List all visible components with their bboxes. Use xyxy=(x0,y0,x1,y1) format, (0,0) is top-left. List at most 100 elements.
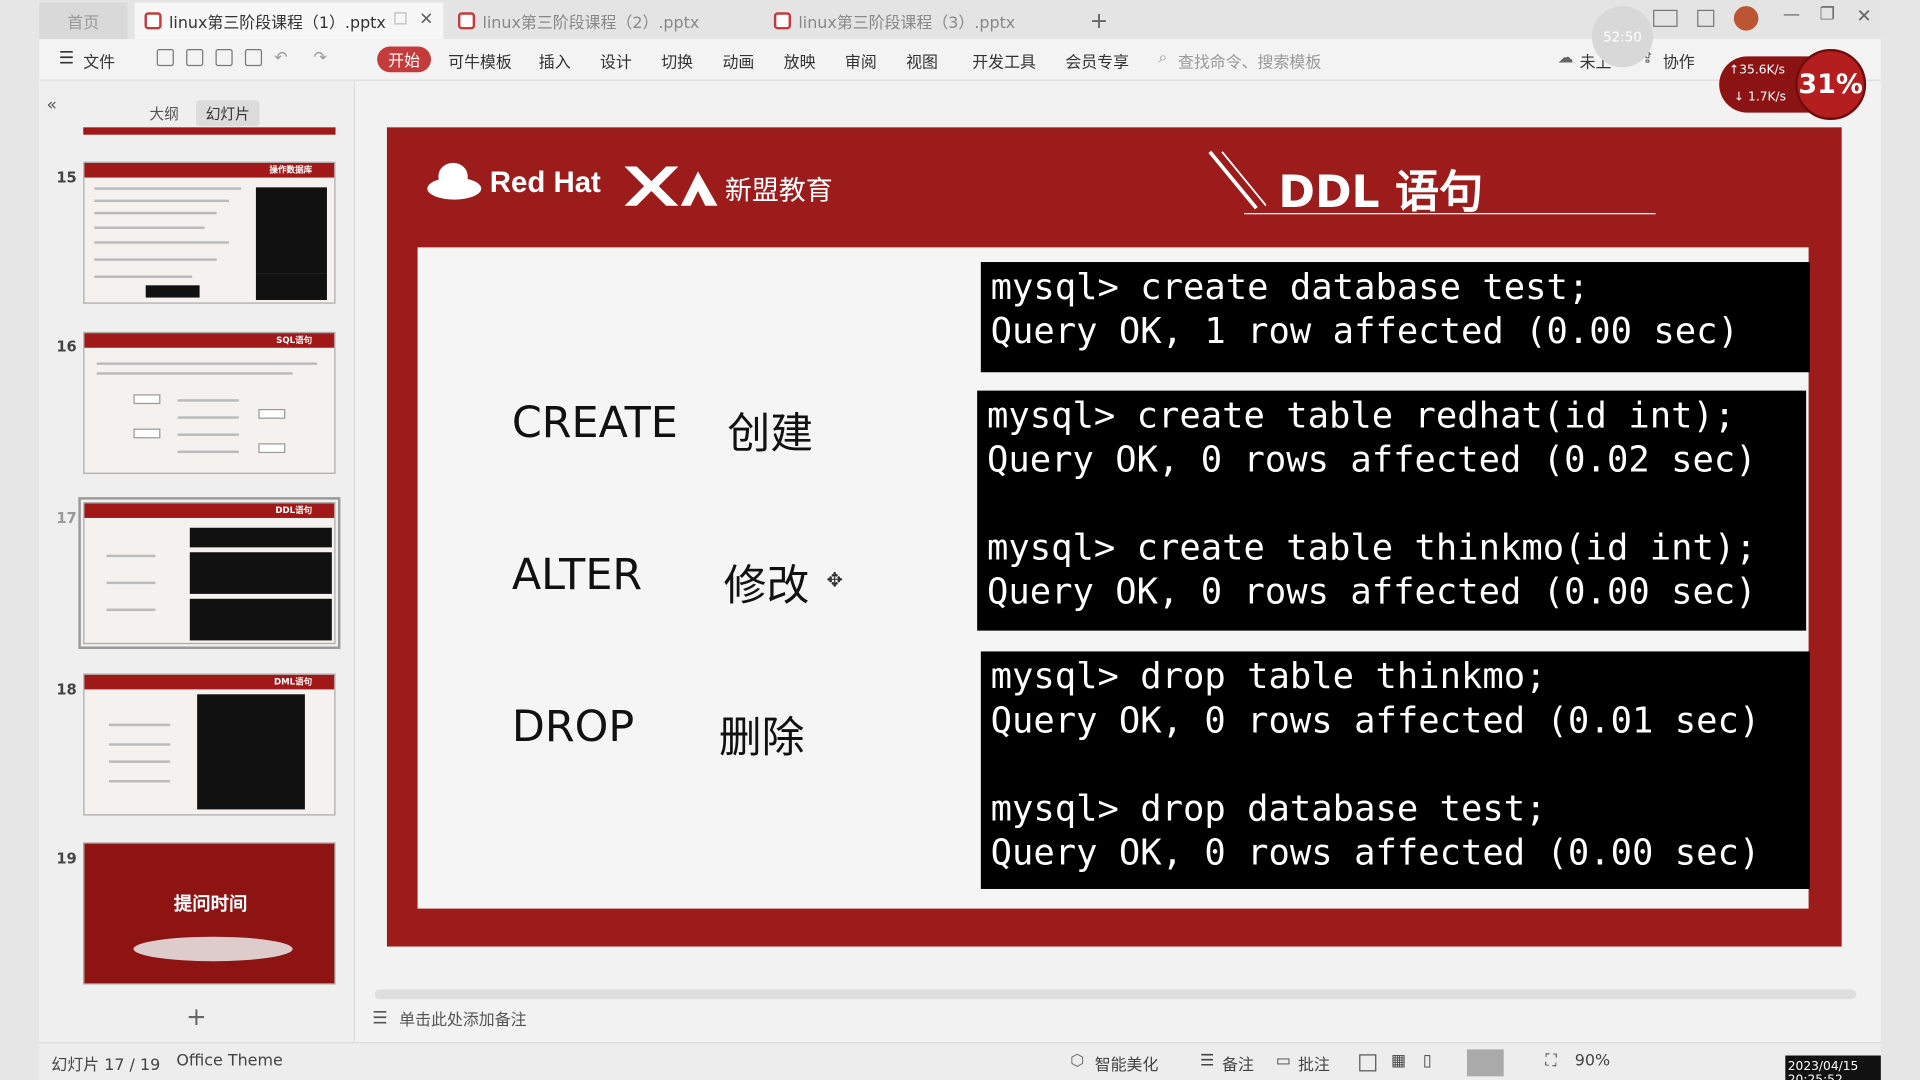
thumbnail-title: DDL语句 xyxy=(275,505,313,516)
pptx-icon xyxy=(457,12,476,30)
close-tab-icon[interactable]: ✕ xyxy=(419,10,433,30)
thumbnail-14-edge[interactable] xyxy=(83,127,336,135)
export-icon[interactable] xyxy=(186,48,204,67)
minimize-icon[interactable]: — xyxy=(1783,5,1800,25)
keyword-create: CREATE xyxy=(511,399,678,449)
slide-number: 17 xyxy=(56,509,77,527)
collab-button[interactable]: 协作 xyxy=(1663,49,1695,72)
tab-document-2-label: linux第三阶段课程（2）.pptx xyxy=(482,14,700,33)
save-icon[interactable] xyxy=(156,48,174,67)
slide-counter: 幻灯片 17 / 19 xyxy=(51,1056,161,1076)
menu-insert[interactable]: 插入 xyxy=(539,49,571,72)
net-upload: ↑35.6K/s xyxy=(1728,63,1786,78)
partner-logo xyxy=(622,159,720,213)
slide-number: 15 xyxy=(56,168,77,187)
slide-thumbnail-18[interactable]: DML语句 xyxy=(83,673,336,816)
stage-graphic xyxy=(133,936,293,962)
keyword-drop-cn: 删除 xyxy=(718,713,805,763)
keyword-alter: ALTER xyxy=(511,551,643,601)
preview-icon[interactable] xyxy=(244,48,263,67)
menu-template[interactable]: 可牛模板 xyxy=(448,49,512,72)
keyword-create-cn: 创建 xyxy=(727,410,814,460)
slide-thumbnail-15[interactable]: 操作数据库 xyxy=(83,161,336,304)
reading-view-icon[interactable]: ▯ xyxy=(1423,1052,1432,1070)
slide-number: 16 xyxy=(56,337,77,356)
redhat-brand: Red Hat xyxy=(489,166,601,200)
menu-member[interactable]: 会员专享 xyxy=(1065,49,1129,72)
notes-toggle-icon[interactable]: ☰ xyxy=(1200,1052,1214,1070)
tab-document-1[interactable]: linux第三阶段课程（1）.pptx ✕ xyxy=(134,2,444,40)
slide-thumbnail-19[interactable]: 提问时间 xyxy=(83,842,336,985)
tab-document-3-label: linux第三阶段课程（3）.pptx xyxy=(798,14,1016,33)
new-tab-button[interactable]: + xyxy=(1080,2,1117,39)
system-datetime: 2023/04/15 20:25:52 xyxy=(1785,1055,1881,1080)
net-usage-gauge[interactable]: 31% xyxy=(1795,48,1867,121)
slide-number: 18 xyxy=(56,680,77,698)
recording-timer: 52:50 xyxy=(1591,6,1654,68)
slide-panel: « 大纲 幻灯片 15 操作数据库 16 SQL语句 17 DDL语句 18 D… xyxy=(39,80,356,1043)
zoom-level[interactable]: 90% xyxy=(1575,1052,1610,1070)
notes-placeholder[interactable]: 单击此处添加备注 xyxy=(399,1007,526,1029)
menu-review[interactable]: 审阅 xyxy=(845,49,877,72)
command-search[interactable]: 查找命令、搜索模板 xyxy=(1178,49,1321,72)
keyword-drop: DROP xyxy=(511,702,635,752)
notes-toggle[interactable]: 备注 xyxy=(1222,1052,1254,1075)
tab-document-3[interactable]: linux第三阶段课程（3）.pptx xyxy=(764,2,1073,39)
slide-thumbnail-16[interactable]: SQL语句 xyxy=(83,331,336,474)
menu-devtools[interactable]: 开发工具 xyxy=(972,49,1036,72)
grid-icon[interactable] xyxy=(1697,9,1715,27)
cloud-icon[interactable]: ☁ xyxy=(1558,49,1574,67)
terminal-create-database: mysql> create database test; Query OK, 1… xyxy=(980,262,1810,373)
keyword-alter-cn: 修改 xyxy=(723,562,810,612)
normal-view-icon[interactable] xyxy=(1359,1054,1377,1072)
thumbnail-title: 提问时间 xyxy=(173,892,248,915)
tab-outline[interactable]: 大纲 xyxy=(140,100,189,126)
title-slash-decoration xyxy=(1205,147,1267,213)
undo-icon[interactable]: ↶ xyxy=(274,49,287,67)
avatar[interactable] xyxy=(1733,6,1759,31)
thumbnail-title: 操作数据库 xyxy=(269,165,313,176)
tab-slides[interactable]: 幻灯片 xyxy=(195,100,260,127)
smart-beautify[interactable]: 智能美化 xyxy=(1095,1052,1159,1075)
fit-window-icon[interactable]: ⛶ xyxy=(1545,1052,1556,1070)
theme-name: Office Theme xyxy=(176,1051,283,1071)
menu-view[interactable]: 视图 xyxy=(906,49,938,72)
redhat-logo xyxy=(426,159,482,201)
tab-document-2[interactable]: linux第三阶段课程（2）.pptx xyxy=(448,2,757,39)
menu-design[interactable]: 设计 xyxy=(600,49,632,72)
collapse-panel-icon[interactable]: « xyxy=(47,96,58,116)
add-slide-button[interactable]: + xyxy=(186,1002,207,1031)
tab-home[interactable]: 首页 xyxy=(39,2,128,40)
menu-animation[interactable]: 动画 xyxy=(722,49,754,72)
play-slideshow-button[interactable] xyxy=(1466,1049,1504,1077)
menu-file[interactable]: 文件 xyxy=(83,49,115,72)
status-bar: 幻灯片 17 / 19 Office Theme ⬡ 智能美化 ☰ 备注 ▭ 批… xyxy=(39,1042,1881,1080)
close-window-icon[interactable]: ✕ xyxy=(1856,5,1871,27)
menu-transition[interactable]: 切换 xyxy=(661,49,693,72)
smart-icon[interactable]: ⬡ xyxy=(1070,1052,1084,1070)
comment-icon[interactable]: ▭ xyxy=(1276,1052,1291,1070)
terminal-drop: mysql> drop table thinkmo; Query OK, 0 r… xyxy=(980,651,1810,889)
sorter-view-icon[interactable]: ▦ xyxy=(1391,1052,1406,1070)
title-underline xyxy=(1244,213,1656,215)
screen-icon[interactable] xyxy=(1653,9,1678,27)
tab-document-1-label: linux第三阶段课程（1）.pptx xyxy=(168,14,386,33)
restore-icon[interactable]: ❐ xyxy=(1820,5,1835,25)
net-download: ↓ 1.7K/s xyxy=(1733,90,1787,105)
menu-start[interactable]: 开始 xyxy=(377,46,432,73)
right-margin xyxy=(1880,0,1920,1080)
panel-scrollbar[interactable] xyxy=(353,122,360,979)
comments-toggle[interactable]: 批注 xyxy=(1298,1052,1330,1075)
print-icon[interactable] xyxy=(215,48,233,67)
redo-icon[interactable]: ↷ xyxy=(313,49,326,67)
menu-slideshow[interactable]: 放映 xyxy=(784,49,816,72)
slide-thumbnail-17[interactable]: DDL语句 xyxy=(78,497,341,649)
thumbnail-title: SQL语句 xyxy=(276,335,313,346)
pin-icon[interactable] xyxy=(394,12,407,25)
search-icon[interactable]: ⌕ xyxy=(1158,49,1167,67)
notes-icon: ☰ xyxy=(372,1008,388,1029)
horizontal-scrollbar[interactable] xyxy=(374,989,1857,1000)
move-cursor-icon: ✥ xyxy=(826,568,843,592)
slide-number: 19 xyxy=(56,849,77,867)
hamburger-icon[interactable]: ☰ xyxy=(59,49,74,69)
